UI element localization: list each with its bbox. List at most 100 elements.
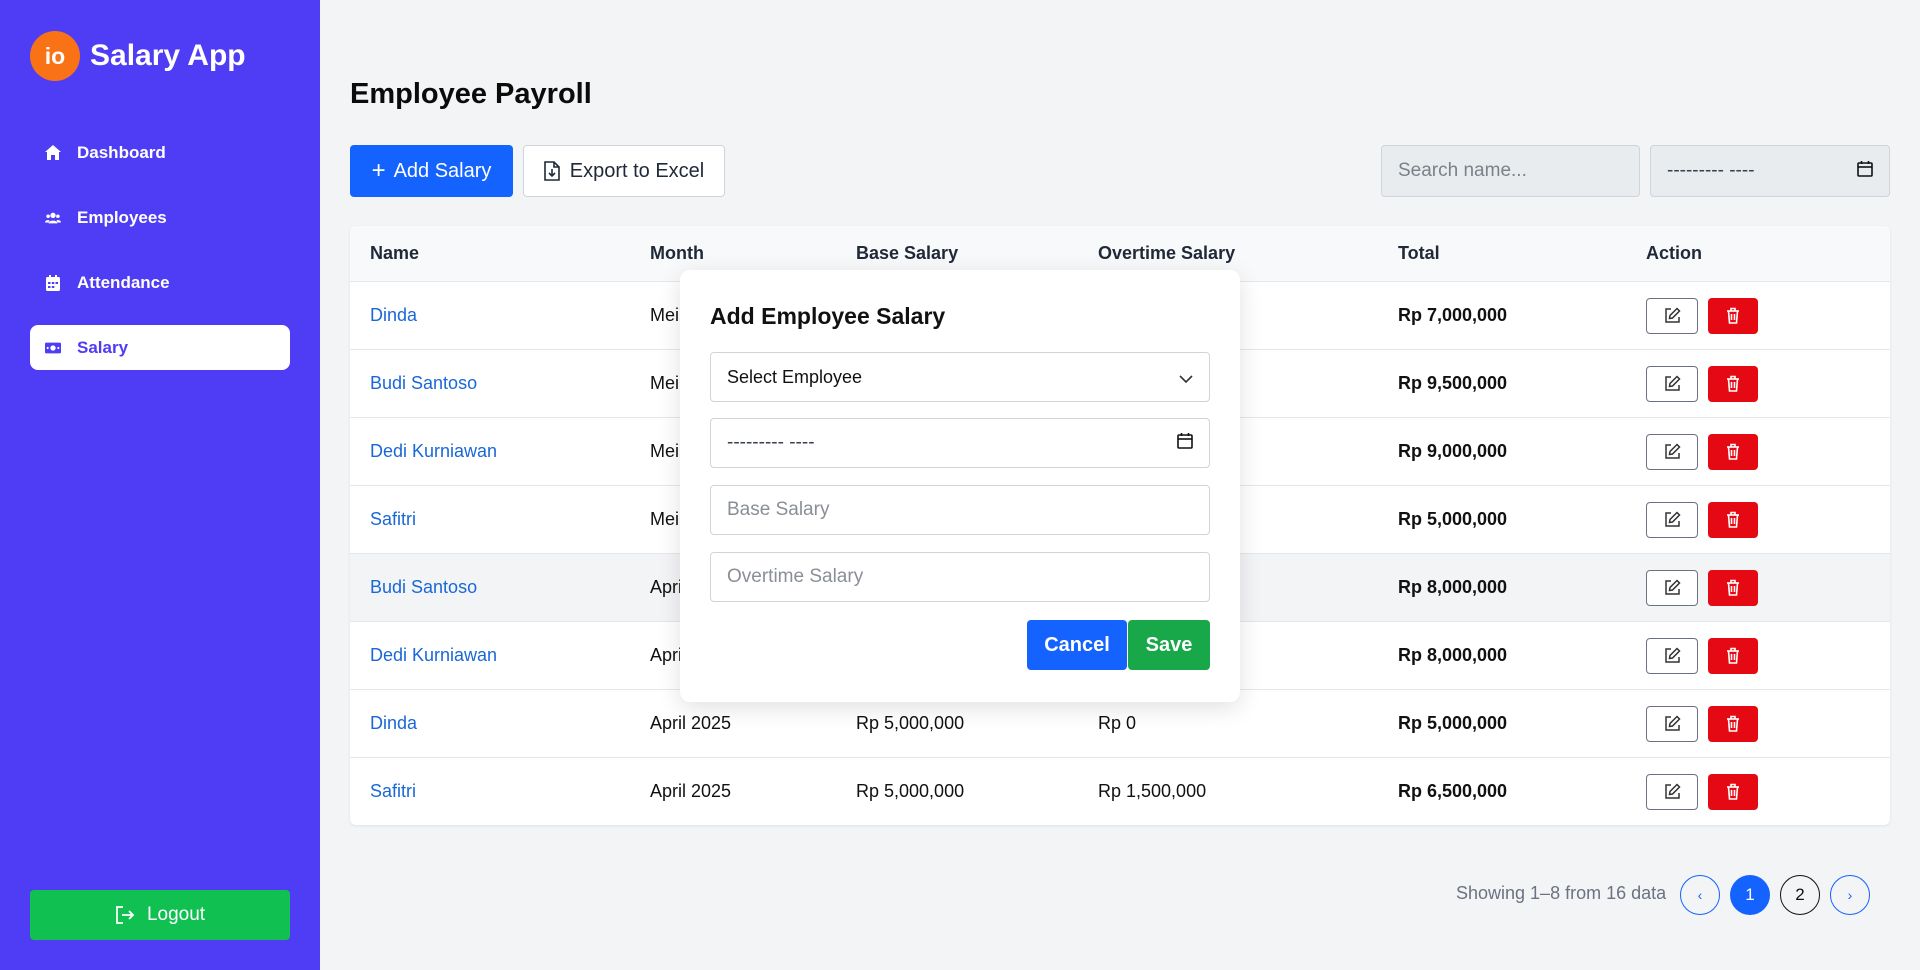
cancel-button[interactable]: Cancel bbox=[1027, 620, 1127, 670]
edit-icon bbox=[1664, 375, 1681, 392]
sidebar-item-label: Attendance bbox=[77, 272, 170, 292]
edit-button[interactable] bbox=[1646, 297, 1698, 334]
cell-month: Mei bbox=[650, 305, 680, 325]
trash-icon bbox=[1726, 307, 1740, 324]
delete-button[interactable] bbox=[1708, 637, 1758, 674]
prev-page-button[interactable]: ‹ bbox=[1680, 875, 1720, 915]
edit-icon bbox=[1664, 647, 1681, 664]
export-excel-button[interactable]: Export to Excel bbox=[523, 145, 725, 197]
edit-button[interactable] bbox=[1646, 705, 1698, 742]
search-input[interactable] bbox=[1381, 145, 1640, 197]
page-1-button[interactable]: 1 bbox=[1730, 875, 1770, 915]
add-salary-label: Add Salary bbox=[393, 159, 492, 182]
users-icon bbox=[45, 210, 61, 226]
employee-name-link[interactable]: Budi Santoso bbox=[370, 577, 477, 598]
employee-name-link[interactable]: Dedi Kurniawan bbox=[370, 441, 497, 462]
overtime-salary-placeholder: Overtime Salary bbox=[727, 566, 864, 587]
modal-title: Add Employee Salary bbox=[710, 303, 946, 329]
sidebar-item-attendance[interactable]: Attendance bbox=[30, 260, 290, 305]
delete-button[interactable] bbox=[1708, 501, 1758, 538]
delete-button[interactable] bbox=[1708, 705, 1758, 742]
edit-icon bbox=[1664, 307, 1681, 324]
cell-total: Rp 7,000,000 bbox=[1398, 305, 1508, 325]
header-name: Name bbox=[370, 243, 420, 263]
delete-button[interactable] bbox=[1708, 365, 1758, 402]
employee-select[interactable]: Select Employee bbox=[710, 352, 1210, 402]
delete-button[interactable] bbox=[1708, 433, 1758, 470]
month-filter-value: --------- ---- bbox=[1667, 160, 1755, 181]
delete-button[interactable] bbox=[1708, 297, 1758, 334]
month-filter-input[interactable]: --------- ---- bbox=[1650, 145, 1890, 197]
cell-overtime-salary: Rp 0 bbox=[1098, 713, 1137, 733]
sidebar-item-label: Employees bbox=[77, 207, 167, 227]
file-download-icon bbox=[543, 161, 560, 181]
employee-name-link[interactable]: Safitri bbox=[370, 509, 416, 530]
app-logo: io bbox=[30, 31, 80, 81]
sidebar-item-label: Salary bbox=[77, 337, 129, 357]
cell-overtime-salary: Rp 1,500,000 bbox=[1098, 781, 1207, 801]
cell-base-salary: Rp 5,000,000 bbox=[856, 713, 965, 733]
month-input[interactable]: --------- ---- bbox=[710, 418, 1210, 468]
table-row: Safitri April 2025 Rp 5,000,000 Rp 1,500,00… bbox=[350, 757, 1890, 825]
base-salary-input[interactable]: Base Salary bbox=[710, 485, 1210, 535]
employee-name-link[interactable]: Safitri bbox=[370, 781, 416, 802]
calendar-icon[interactable] bbox=[1177, 432, 1193, 455]
brand[interactable]: io Salary App bbox=[30, 31, 246, 81]
cell-month: April 2025 bbox=[650, 713, 732, 733]
delete-button[interactable] bbox=[1708, 569, 1758, 606]
sidebar-item-dashboard[interactable]: Dashboard bbox=[30, 130, 290, 175]
edit-button[interactable] bbox=[1646, 433, 1698, 470]
cell-total: Rp 8,000,000 bbox=[1398, 577, 1508, 597]
sidebar-item-salary[interactable]: Salary bbox=[30, 325, 290, 370]
header-base-salary: Base Salary bbox=[856, 243, 959, 263]
page-title: Employee Payroll bbox=[350, 78, 592, 110]
edit-button[interactable] bbox=[1646, 501, 1698, 538]
edit-icon bbox=[1664, 511, 1681, 528]
edit-button[interactable] bbox=[1646, 773, 1698, 810]
add-salary-modal: Add Employee Salary Select Employee ----… bbox=[680, 270, 1240, 702]
chevron-down-icon bbox=[1179, 367, 1193, 388]
next-page-button[interactable]: › bbox=[1830, 875, 1870, 915]
cell-month: Mei bbox=[650, 441, 680, 461]
header-month: Month bbox=[650, 243, 704, 263]
logout-label: Logout bbox=[146, 904, 206, 925]
edit-icon bbox=[1664, 579, 1681, 596]
edit-button[interactable] bbox=[1646, 569, 1698, 606]
calendar-icon bbox=[45, 274, 61, 291]
add-salary-button[interactable]: + Add Salary bbox=[350, 145, 513, 197]
logout-icon bbox=[115, 905, 135, 925]
logout-button[interactable]: Logout bbox=[30, 890, 290, 940]
header-action: Action bbox=[1646, 243, 1702, 263]
cell-month: Apri bbox=[650, 645, 683, 665]
export-excel-label: Export to Excel bbox=[569, 159, 705, 182]
delete-button[interactable] bbox=[1708, 773, 1758, 810]
header-overtime-salary: Overtime Salary bbox=[1098, 243, 1236, 263]
employee-name-link[interactable]: Dinda bbox=[370, 713, 417, 734]
cell-month: Mei bbox=[650, 373, 680, 393]
cell-base-salary: Rp 5,000,000 bbox=[856, 781, 965, 801]
edit-icon bbox=[1664, 783, 1681, 800]
page-2-button[interactable]: 2 bbox=[1780, 875, 1820, 915]
trash-icon bbox=[1726, 443, 1740, 460]
save-button[interactable]: Save bbox=[1128, 620, 1210, 670]
employee-name-link[interactable]: Dinda bbox=[370, 305, 417, 326]
trash-icon bbox=[1726, 579, 1740, 596]
cell-month: April 2025 bbox=[650, 781, 732, 801]
edit-button[interactable] bbox=[1646, 637, 1698, 674]
sidebar-item-employees[interactable]: Employees bbox=[30, 195, 290, 240]
employee-name-link[interactable]: Budi Santoso bbox=[370, 373, 477, 394]
employee-select-value: Select Employee bbox=[727, 366, 863, 387]
cell-month: Apri bbox=[650, 577, 683, 597]
calendar-icon[interactable] bbox=[1857, 160, 1873, 183]
edit-button[interactable] bbox=[1646, 365, 1698, 402]
employee-name-link[interactable]: Dedi Kurniawan bbox=[370, 645, 497, 666]
overtime-salary-input[interactable]: Overtime Salary bbox=[710, 552, 1210, 602]
cell-month: Mei bbox=[650, 509, 680, 529]
trash-icon bbox=[1726, 715, 1740, 732]
header-total: Total bbox=[1398, 243, 1440, 263]
edit-icon bbox=[1664, 443, 1681, 460]
month-input-value: --------- ---- bbox=[727, 432, 815, 453]
plus-icon: + bbox=[371, 157, 386, 184]
base-salary-placeholder: Base Salary bbox=[727, 499, 830, 520]
trash-icon bbox=[1726, 783, 1740, 800]
